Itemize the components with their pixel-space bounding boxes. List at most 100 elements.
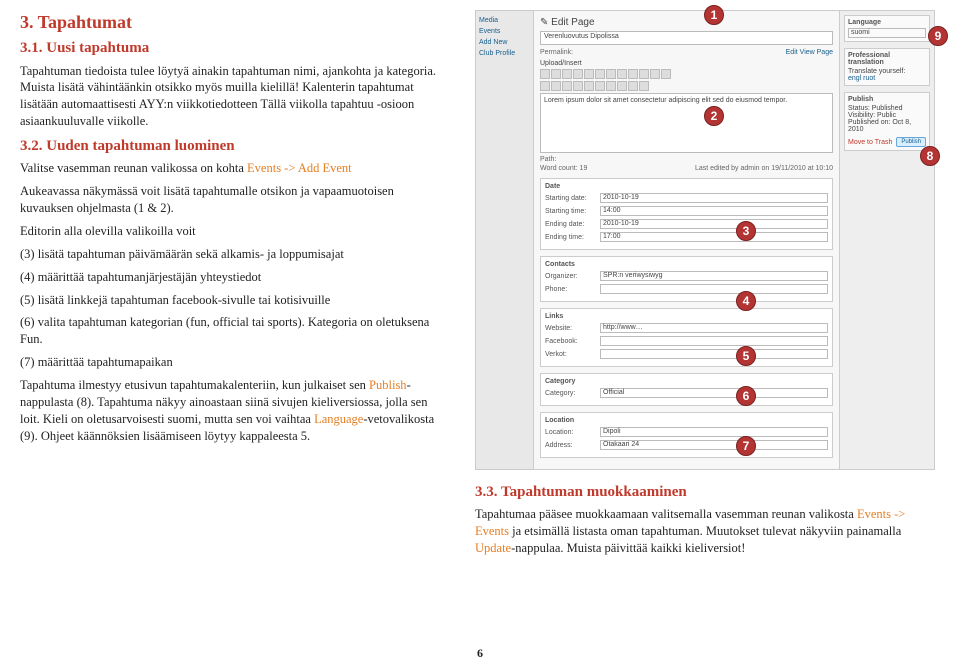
text: Tapahtumaa pääsee muokkaamaan valitsemal… xyxy=(475,507,857,521)
status-text: Status: Published xyxy=(848,105,926,112)
input-address[interactable]: Otakaari 24 xyxy=(600,440,828,450)
input-website[interactable]: http://www… xyxy=(600,323,828,333)
badge-3: 3 xyxy=(736,221,756,241)
select-language[interactable]: suomi xyxy=(848,28,926,38)
page-heading: ✎ Edit Page xyxy=(540,17,833,28)
sidebar-item[interactable]: Add New xyxy=(479,37,530,48)
content-editor[interactable]: Lorem ipsum dolor sit amet consectetur a… xyxy=(540,93,833,153)
label: Category: xyxy=(545,390,600,397)
badge-5: 5 xyxy=(736,346,756,366)
permalink-label: Permalink: xyxy=(540,49,573,56)
text-publish: Publish xyxy=(369,378,407,392)
para-32b: Aukeavassa näkymässä voit lisätä tapahtu… xyxy=(20,183,450,217)
heading-32: 3.2. Uuden tapahtuman luominen xyxy=(20,136,450,156)
contacts-box: Contacts Organizer:SPR:n veriwysiwyg Pho… xyxy=(540,256,833,302)
input-start-date[interactable]: 2010-10-19 xyxy=(600,193,828,203)
trash-link[interactable]: Move to Trash xyxy=(848,139,892,146)
input-end-time[interactable]: 17:00 xyxy=(600,232,828,242)
sidebar-item[interactable]: Events xyxy=(479,26,530,37)
screenshot-wp-editor: Media Events Add New Club Profile ✎ Edit… xyxy=(475,10,935,470)
text-update: Update xyxy=(475,541,511,555)
label: Verkot: xyxy=(545,351,600,358)
label: Starting date: xyxy=(545,195,600,202)
label: Starting time: xyxy=(545,208,600,215)
editor-toolbar[interactable] xyxy=(540,69,833,79)
badge-4: 4 xyxy=(736,291,756,311)
page-number: 6 xyxy=(477,646,483,661)
text: Tapahtuma ilmestyy etusivun tapahtumakal… xyxy=(20,378,369,392)
label: Translate yourself: xyxy=(848,68,926,75)
publish-button[interactable]: Publish xyxy=(896,137,926,147)
title-input[interactable]: Verenluovutus Dipolissa xyxy=(540,31,833,45)
input-facebook[interactable] xyxy=(600,336,828,346)
item-3: (3) lisätä tapahtuman päivämäärän sekä a… xyxy=(20,246,450,263)
publish-heading: Publish xyxy=(848,96,926,103)
text: ja etsimällä listasta oman tapahtuman. M… xyxy=(509,524,901,538)
word-count: Word count: 19 xyxy=(540,165,587,172)
category-heading: Category xyxy=(545,378,828,385)
input-phone[interactable] xyxy=(600,284,828,294)
label: Location: xyxy=(545,429,600,436)
badge-9: 9 xyxy=(928,26,948,46)
heading-33: 3.3. Tapahtuman muokkaaminen xyxy=(475,482,935,502)
label: Facebook: xyxy=(545,338,600,345)
trans-langs[interactable]: engl ruot xyxy=(848,75,926,82)
label: Ending date: xyxy=(545,221,600,228)
translation-box: Professional translation Translate yours… xyxy=(844,48,930,86)
input-start-time[interactable]: 14:00 xyxy=(600,206,828,216)
location-heading: Location xyxy=(545,417,828,424)
category-box: Category Category:Official xyxy=(540,373,833,406)
translation-heading: Professional translation xyxy=(848,52,926,66)
badge-1: 1 xyxy=(704,5,724,25)
text: Valitse vasemman reunan valikossa on koh… xyxy=(20,161,247,175)
para-32-intro: Valitse vasemman reunan valikossa on koh… xyxy=(20,160,450,177)
input-location[interactable]: Dipoli xyxy=(600,427,828,437)
sidebar-item[interactable]: Media xyxy=(479,15,530,26)
editor-toolbar-2[interactable] xyxy=(540,81,833,91)
date-box: Date Starting date:2010-10-19 Starting t… xyxy=(540,178,833,250)
upload-label: Upload/Insert xyxy=(540,60,833,67)
select-category[interactable]: Official xyxy=(600,388,828,398)
input-organizer[interactable]: SPR:n veriwysiwyg xyxy=(600,271,828,281)
item-6: (6) valita tapahtuman kategorian (fun, o… xyxy=(20,314,450,348)
item-5: (5) lisätä linkkejä tapahtuman facebook-… xyxy=(20,292,450,309)
edit-view-buttons[interactable]: Edit View Page xyxy=(786,49,833,56)
para-32c: Editorin alla olevilla valikoilla voit xyxy=(20,223,450,240)
editor-path: Path: xyxy=(540,156,833,163)
language-box: Language suomi xyxy=(844,15,930,42)
sidebar-item[interactable]: Club Profile xyxy=(479,48,530,59)
label: Address: xyxy=(545,442,600,449)
last-edited: Last edited by admin on 19/11/2010 at 10… xyxy=(695,165,833,172)
para-31: Tapahtuman tiedoista tulee löytyä ainaki… xyxy=(20,63,450,131)
label: Organizer: xyxy=(545,273,600,280)
label: Website: xyxy=(545,325,600,332)
para-32d: Tapahtuma ilmestyy etusivun tapahtumakal… xyxy=(20,377,450,445)
heading-31: 3.1. Uusi tapahtuma xyxy=(20,38,450,58)
wp-main: ✎ Edit Page Verenluovutus Dipolissa Perm… xyxy=(534,11,839,469)
visibility-text: Visibility: Public xyxy=(848,112,926,119)
date-heading: Date xyxy=(545,183,828,190)
para-33: Tapahtumaa pääsee muokkaamaan valitsemal… xyxy=(475,506,935,557)
links-heading: Links xyxy=(545,313,828,320)
input-end-date[interactable]: 2010-10-19 xyxy=(600,219,828,229)
wp-right-sidebar: Language suomi Professional translation … xyxy=(839,11,934,469)
badge-8: 8 xyxy=(920,146,940,166)
contacts-heading: Contacts xyxy=(545,261,828,268)
text: -nappulaa. Muista päivittää kaikki kieli… xyxy=(511,541,745,555)
language-heading: Language xyxy=(848,19,926,26)
label: Ending time: xyxy=(545,234,600,241)
location-box: Location Location:Dipoli Address:Otakaar… xyxy=(540,412,833,458)
badge-6: 6 xyxy=(736,386,756,406)
heading-tapahtumat: 3. Tapahtumat xyxy=(20,10,450,34)
link-events-add: Events -> Add Event xyxy=(247,161,352,175)
wp-sidebar: Media Events Add New Club Profile xyxy=(476,11,534,469)
item-4: (4) määrittää tapahtumanjärjestäjän yhte… xyxy=(20,269,450,286)
item-7: (7) määrittää tapahtumapaikan xyxy=(20,354,450,371)
publish-date: Published on: Oct 8, 2010 xyxy=(848,119,926,133)
input-verkot[interactable] xyxy=(600,349,828,359)
label: Phone: xyxy=(545,286,600,293)
badge-2: 2 xyxy=(704,106,724,126)
badge-7: 7 xyxy=(736,436,756,456)
links-box: Links Website:http://www… Facebook: Verk… xyxy=(540,308,833,367)
text-language: Language xyxy=(314,412,363,426)
